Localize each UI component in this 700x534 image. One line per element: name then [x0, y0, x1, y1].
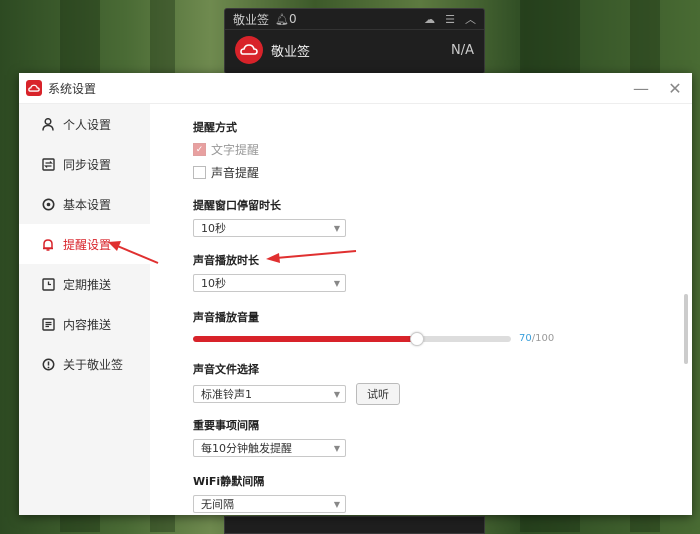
- sidebar-item-about[interactable]: 关于敬业签: [19, 344, 150, 384]
- sound-duration-section: 声音播放时长 10秒 ▼: [193, 252, 346, 292]
- remind-method-section: 提醒方式 ✓ 文字提醒 声音提醒: [193, 119, 259, 181]
- preview-button[interactable]: 试听: [356, 383, 400, 405]
- minimize-button[interactable]: —: [624, 79, 658, 98]
- wifi-silence-section: WiFi静默间隔 无间隔 ▼: [193, 473, 346, 513]
- close-button[interactable]: ✕: [658, 79, 692, 98]
- sidebar-item-label: 个人设置: [63, 117, 112, 132]
- section-title: 提醒方式: [193, 121, 237, 134]
- widget-footer: [224, 516, 485, 534]
- settings-window: 系统设置 — ✕ 个人设置 同步设置 基本设置 提醒设置 定期推送 内容推送 关…: [19, 73, 692, 515]
- sidebar-item-label: 关于敬业签: [63, 357, 124, 372]
- menu-icon[interactable]: ☰: [445, 13, 455, 26]
- volume-slider-row: 70/100: [193, 331, 554, 346]
- chevron-down-icon: ▼: [333, 443, 341, 453]
- info-icon: [41, 357, 55, 371]
- select-value: 10秒: [201, 222, 226, 235]
- sidebar-item-content-push[interactable]: 内容推送: [19, 304, 150, 344]
- sidebar-item-sync[interactable]: 同步设置: [19, 144, 150, 184]
- sidebar-item-basic[interactable]: 基本设置: [19, 184, 150, 224]
- settings-icon: [41, 197, 55, 211]
- volume-thumb[interactable]: [409, 331, 424, 346]
- checkbox-label: 文字提醒: [211, 143, 260, 157]
- chevron-down-icon: ▼: [333, 389, 341, 399]
- widget-main: 敬业签 N/A: [225, 30, 484, 70]
- sidebar-item-label: 基本设置: [63, 197, 112, 212]
- bell-icon: [41, 237, 55, 251]
- sidebar-item-personal[interactable]: 个人设置: [19, 104, 150, 144]
- wifi-silence-select[interactable]: 无间隔 ▼: [193, 495, 346, 513]
- text-remind-checkbox[interactable]: ✓ 文字提醒: [193, 141, 259, 158]
- widget-window: 敬业签 🔔︎ 0 ☁ ☰ ︿ 敬业签 N/A: [224, 8, 485, 74]
- sidebar-item-reminder[interactable]: 提醒设置: [19, 224, 150, 264]
- content-icon: [41, 317, 55, 331]
- chevron-down-icon: ▼: [333, 499, 341, 509]
- select-value: 标准铃声1: [201, 388, 252, 401]
- person-icon: [41, 117, 55, 131]
- important-interval-section: 重要事项间隔 每10分钟触发提醒 ▼: [193, 417, 346, 457]
- sidebar-item-label: 内容推送: [63, 317, 112, 332]
- window-title: 系统设置: [48, 81, 97, 96]
- sound-file-section: 声音文件选择 标准铃声1 ▼ 试听: [193, 361, 400, 405]
- widget-titlebar: 敬业签 🔔︎ 0 ☁ ☰ ︿: [225, 9, 484, 30]
- cloud-icon[interactable]: ☁: [424, 13, 435, 26]
- chevron-down-icon: ▼: [333, 223, 341, 233]
- sound-file-select[interactable]: 标准铃声1 ▼: [193, 385, 346, 403]
- sound-remind-checkbox[interactable]: 声音提醒: [193, 164, 259, 181]
- settings-content: 提醒方式 ✓ 文字提醒 声音提醒 提醒窗口停留时长 10秒 ▼ 声音播放时长 1…: [150, 104, 692, 515]
- widget-value: N/A: [451, 42, 474, 58]
- bell-count: 0: [288, 12, 297, 26]
- volume-section: 声音播放音量 70/100: [193, 309, 554, 346]
- volume-fill: [193, 335, 416, 342]
- window-titlebar: 系统设置 — ✕: [19, 73, 692, 104]
- window-duration-section: 提醒窗口停留时长 10秒 ▼: [193, 197, 346, 237]
- app-icon: [26, 80, 42, 96]
- section-title: 重要事项间隔: [193, 419, 259, 432]
- select-value: 每10分钟触发提醒: [201, 442, 292, 455]
- sidebar: 个人设置 同步设置 基本设置 提醒设置 定期推送 内容推送 关于敬业签: [19, 104, 150, 515]
- select-value: 10秒: [201, 277, 226, 290]
- volume-value: 70: [519, 333, 532, 344]
- sync-icon: [41, 157, 55, 171]
- volume-slider[interactable]: [193, 331, 511, 346]
- window-duration-select[interactable]: 10秒 ▼: [193, 219, 346, 237]
- checkbox-label: 声音提醒: [211, 166, 260, 180]
- widget-title: 敬业签: [233, 12, 270, 27]
- widget-app-name: 敬业签: [271, 44, 311, 60]
- volume-readout: 70/100: [519, 333, 554, 344]
- chevron-up-icon[interactable]: ︿: [465, 11, 476, 27]
- section-title: 声音播放音量: [193, 311, 259, 324]
- volume-max: /100: [531, 333, 555, 344]
- sidebar-item-label: 提醒设置: [63, 237, 112, 252]
- section-title: 提醒窗口停留时长: [193, 199, 281, 212]
- chevron-down-icon: ▼: [333, 278, 341, 288]
- vertical-scrollbar[interactable]: [684, 294, 688, 364]
- sidebar-item-label: 同步设置: [63, 157, 112, 172]
- important-interval-select[interactable]: 每10分钟触发提醒 ▼: [193, 439, 346, 457]
- section-title: 声音播放时长: [193, 254, 259, 267]
- select-value: 无间隔: [201, 498, 234, 511]
- sidebar-item-label: 定期推送: [63, 277, 112, 292]
- sidebar-item-scheduled-push[interactable]: 定期推送: [19, 264, 150, 304]
- clock-icon: [41, 277, 55, 291]
- checkbox-checked-icon: ✓: [193, 143, 206, 156]
- section-title: WiFi静默间隔: [193, 475, 265, 488]
- app-logo-icon: [235, 36, 263, 64]
- sound-file-row: 标准铃声1 ▼ 试听: [193, 377, 400, 405]
- checkbox-unchecked-icon: [193, 166, 206, 179]
- bell-icon[interactable]: 🔔︎: [275, 13, 289, 26]
- sound-duration-select[interactable]: 10秒 ▼: [193, 274, 346, 292]
- section-title: 声音文件选择: [193, 363, 259, 376]
